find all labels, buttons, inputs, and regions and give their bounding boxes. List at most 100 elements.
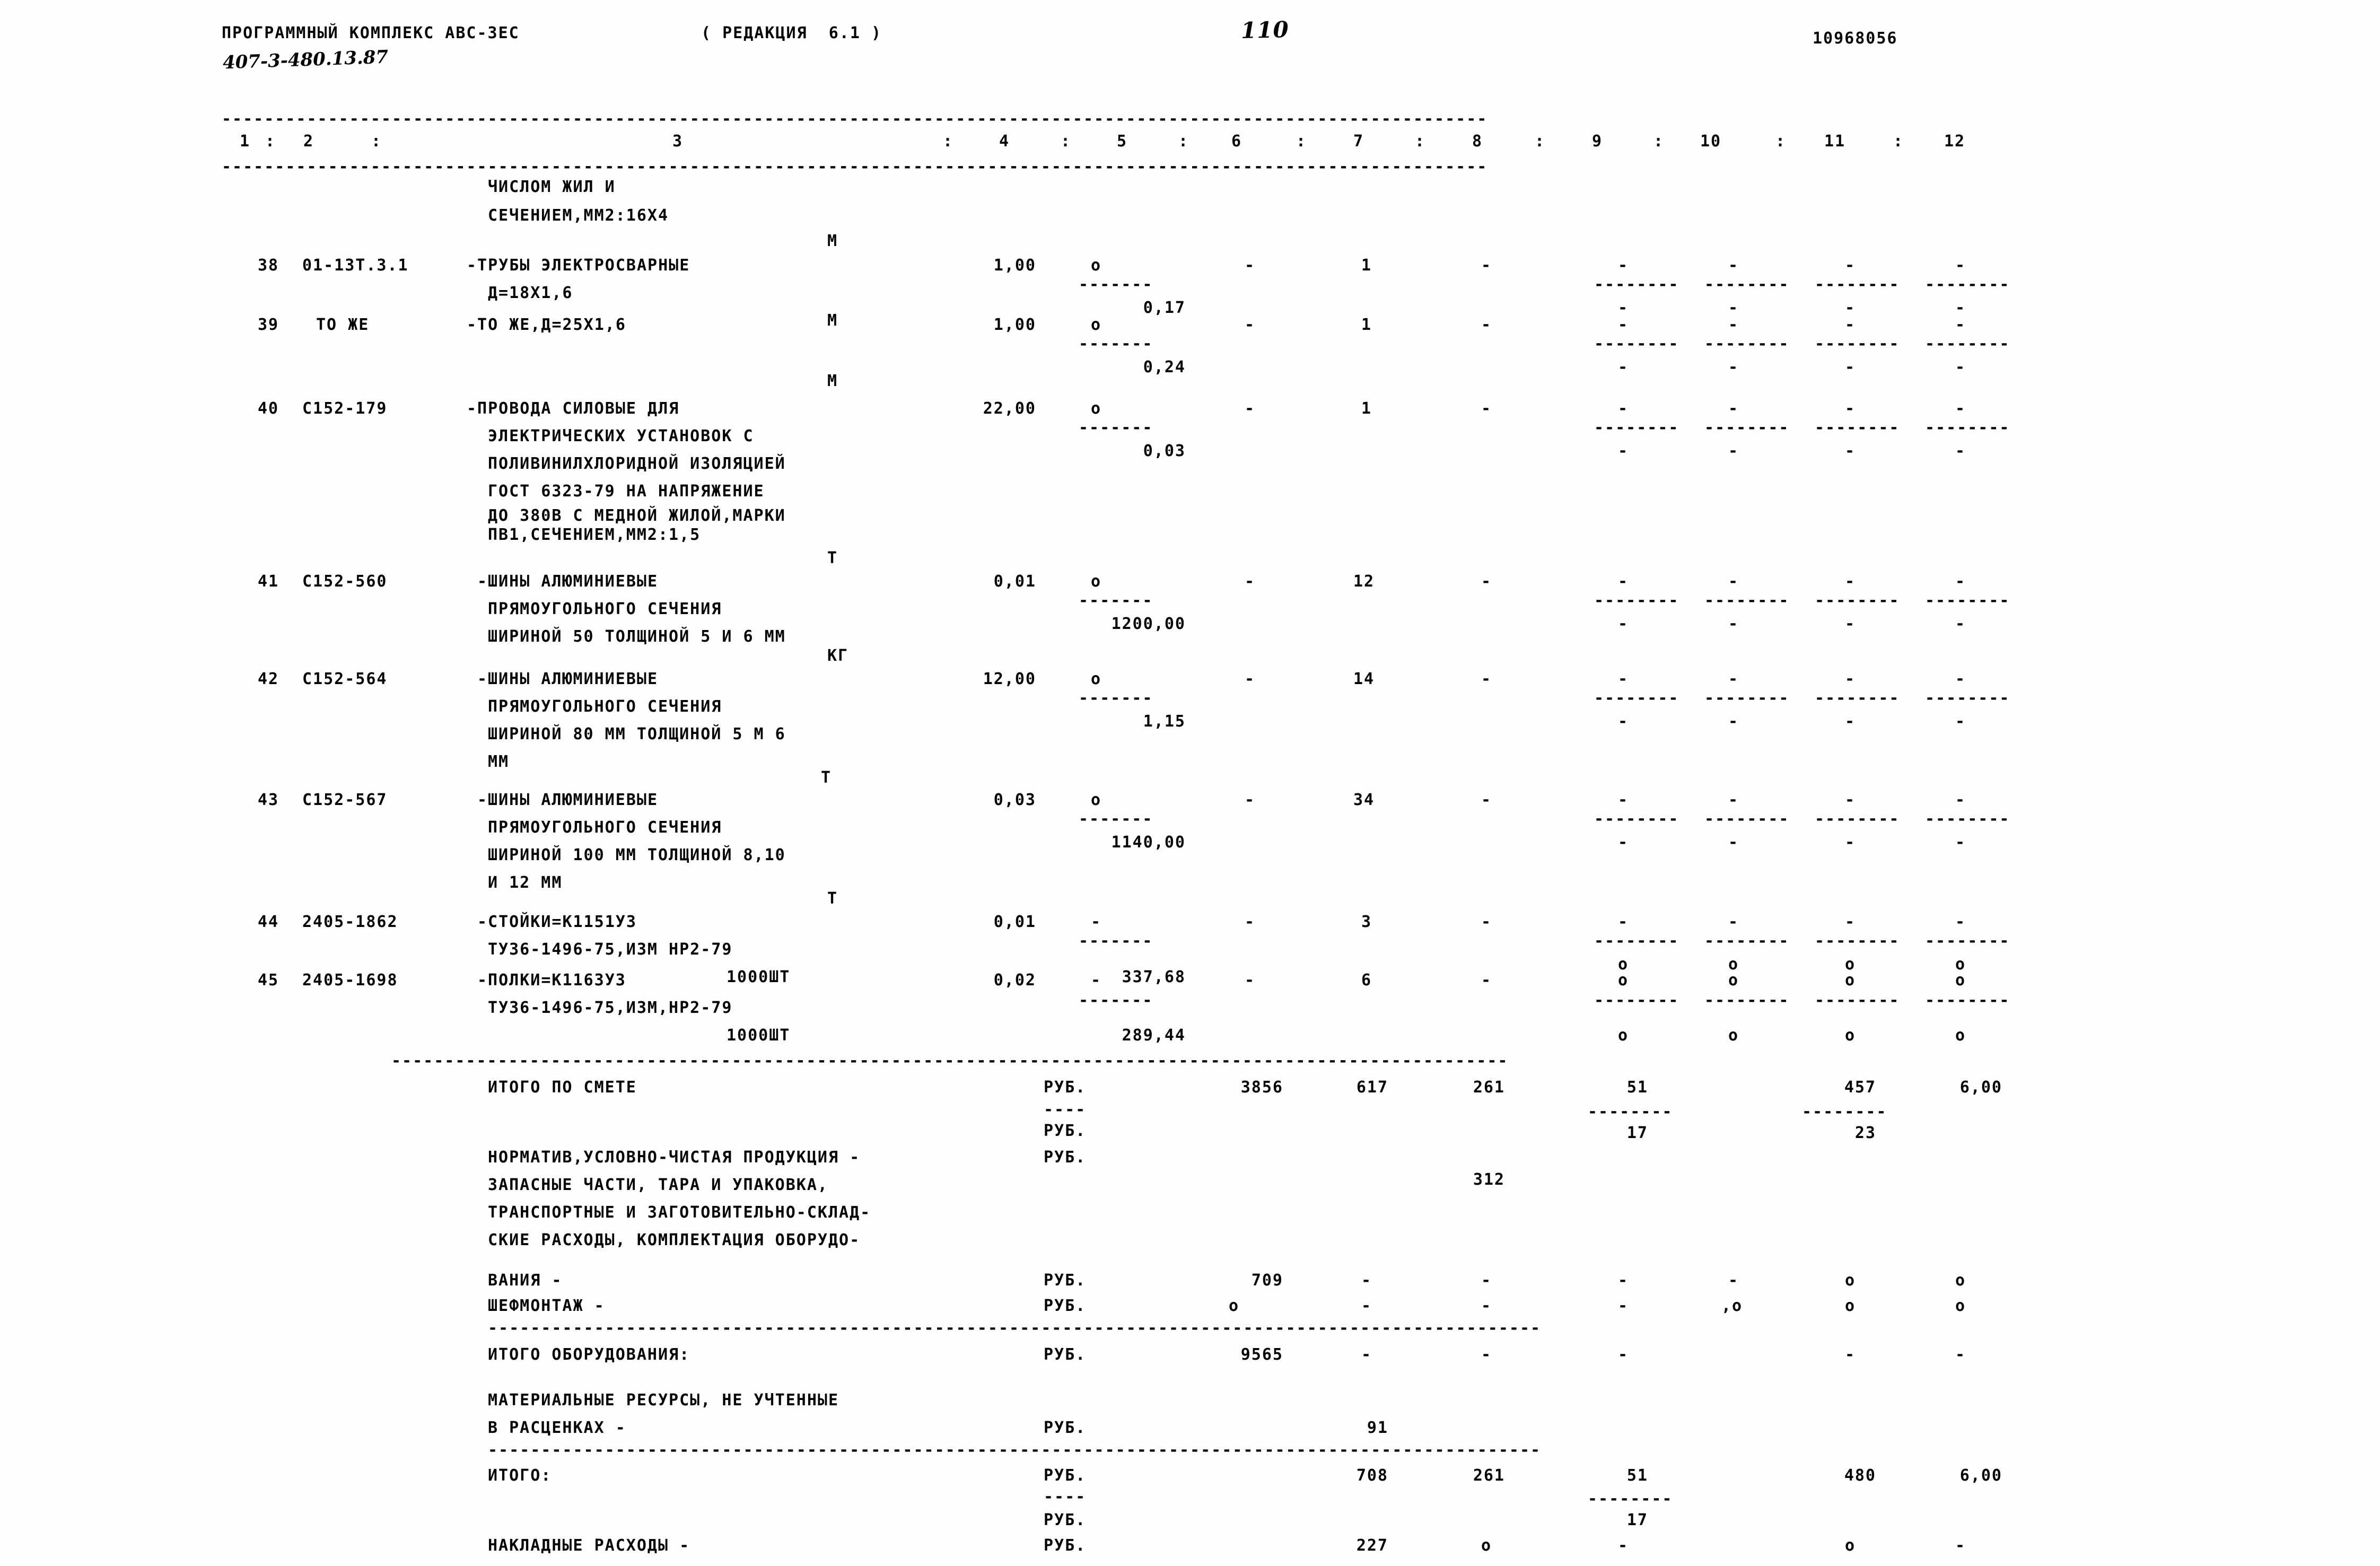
row-45-c6: - (1244, 971, 1256, 990)
row-45-rule-c12: -------- (1925, 993, 2010, 1009)
column-label-6: 6 (1231, 132, 1242, 151)
row-41-code: С152-560 (302, 572, 388, 591)
row-45-desc-2: ТУ36-1496-75,ИЗМ,НР2-79 (488, 999, 733, 1017)
top-rule: ----------------------------------------… (222, 111, 1488, 127)
mat-resursy-line-1: МАТЕРИАЛЬНЫЕ РЕСУРСЫ, НЕ УЧТЕННЫЕ (488, 1391, 839, 1410)
row-39-desc-1: -ТО ЖЕ,Д=25Х1,6 (467, 316, 626, 334)
row-38-c10b: - (1728, 299, 1739, 317)
row-43-num: 43 (258, 791, 279, 809)
itogo-oborudovaniya-unit: РУБ. (1044, 1345, 1087, 1364)
column-label-12: 12 (1944, 132, 1966, 151)
row-41-rule-c12: -------- (1925, 593, 2010, 609)
row-39-code: ТО ЖЕ (316, 316, 370, 334)
shefmontazh-c9: - (1617, 1297, 1629, 1315)
itogo-po-smete-c12: 6,00 (1959, 1078, 2002, 1097)
row-40-rule-c12: -------- (1925, 420, 2010, 436)
row-41-qty: 0,01 (993, 572, 1036, 591)
normativ-unit-2: РУБ. (1044, 1148, 1087, 1167)
row-43-c12: - (1955, 791, 1966, 809)
row-44-c10b: o (1728, 955, 1739, 974)
row-40-c11b: - (1844, 442, 1856, 460)
vaniya-c11: o (1844, 1271, 1856, 1290)
row-42-c10b: - (1728, 712, 1739, 731)
itogo-po-smete-c11-sub: 23 (1854, 1124, 1876, 1142)
vaniya-c10: - (1728, 1271, 1739, 1290)
itogo-unit-rule: ---- (1044, 1102, 1087, 1118)
row-39-c10: - (1728, 316, 1739, 334)
row-44-c12: - (1955, 913, 1966, 931)
row-38-desc-1: -ТРУБЫ ЭЛЕКТРОСВАРНЫЕ (467, 256, 690, 275)
row-40-price: 0,03 (1143, 442, 1186, 460)
row-41-desc-1: -ШИНЫ АЛЮМИНИЕВЫЕ (477, 572, 659, 591)
row-38-qty: 1,00 (993, 256, 1036, 275)
shefmontazh-unit: РУБ. (1044, 1297, 1087, 1315)
row-45-c8: - (1481, 971, 1492, 990)
row-44-unit-sym: Т (827, 889, 838, 908)
col-sep-10: : (1775, 132, 1787, 151)
row-41-desc-3: ШИРИНОЙ 50 ТОЛЩИНОЙ 5 И 6 ММ (488, 627, 786, 646)
column-label-11: 11 (1824, 132, 1846, 151)
row-43-price-rule: ------- (1079, 811, 1153, 827)
row-42-price: 1,15 (1143, 712, 1186, 731)
row-43-code: С152-567 (302, 791, 388, 809)
row-41-unit: Т (827, 549, 838, 567)
row-39-price-rule: ------- (1079, 336, 1153, 352)
row-40-price-rule: ------- (1079, 420, 1153, 436)
row-41-price: 1200,00 (1111, 615, 1186, 633)
row-38-rule-c11: -------- (1815, 277, 1900, 293)
row-42-rule-c10: -------- (1704, 690, 1790, 706)
header-bottom-rule: ----------------------------------------… (222, 159, 1488, 175)
row-41-c10b: - (1728, 615, 1739, 633)
row-39-c11b: - (1844, 358, 1856, 377)
row-39-c7: 1 (1361, 316, 1372, 334)
row-45-qty: 0,02 (993, 971, 1036, 990)
row-41-c10: - (1728, 572, 1739, 591)
row-44-c10: - (1728, 913, 1739, 931)
row-40-c12b: - (1955, 442, 1966, 460)
row-39-c11: - (1844, 316, 1856, 334)
row-43-qty: 0,03 (993, 791, 1036, 809)
document-code-handwritten: 407-3-480.13.87 (222, 46, 389, 74)
program-title: ПРОГРАММНЫЙ КОМПЛЕКС АВС-3ЕС (222, 24, 520, 42)
row-44-c8: - (1481, 913, 1492, 931)
row-40-code: С152-179 (302, 399, 388, 418)
row-40-rule-c11: -------- (1815, 420, 1900, 436)
row-41-c7: 12 (1353, 572, 1375, 591)
page-number-handwritten: 110 (1240, 16, 1290, 43)
row-45-c11: o (1844, 971, 1856, 990)
row-42-rule-c11: -------- (1815, 690, 1900, 706)
row-39-c6: - (1244, 316, 1256, 334)
shefmontazh-c7: - (1361, 1297, 1372, 1315)
row-39-rule-c9: -------- (1594, 336, 1679, 352)
row-42-unit: КГ (827, 646, 849, 665)
row-42-rule-c12: -------- (1925, 690, 2010, 706)
itogo-c11: 480 (1844, 1466, 1876, 1485)
row-38-c11b: - (1844, 299, 1856, 317)
row-43-c10b: - (1728, 833, 1739, 852)
column-label-3: 3 (672, 132, 684, 151)
row-43-rule-c12: -------- (1925, 811, 2010, 827)
column-label-4: 4 (999, 132, 1010, 151)
vaniya-c8: - (1481, 1271, 1492, 1290)
vaniya-c7: - (1361, 1271, 1372, 1290)
row-38-price: 0,17 (1143, 299, 1186, 317)
shefmontazh-c11: o (1844, 1297, 1856, 1315)
row-43-price: 1140,00 (1111, 833, 1186, 852)
column-label-5: 5 (1117, 132, 1128, 151)
row-44-rule-c12: -------- (1925, 933, 2010, 949)
row-39-c12: - (1955, 316, 1966, 334)
row-44-qty: 0,01 (993, 913, 1036, 931)
row-43-desc-3: ШИРИНОЙ 100 ММ ТОЛЩИНОЙ 8,10 (488, 846, 786, 864)
shefmontazh-c8: - (1481, 1297, 1492, 1315)
row-43-c9: - (1617, 791, 1629, 809)
row-42-c9b: - (1617, 712, 1629, 731)
col-sep-2: : (371, 132, 382, 151)
row-40-c8: - (1481, 399, 1492, 418)
row-41-c12: - (1955, 572, 1966, 591)
row-45-c12: o (1955, 971, 1966, 990)
normativ-line-3: ТРАНСПОРТНЫЕ И ЗАГОТОВИТЕЛЬНО-СКЛАД- (488, 1203, 871, 1222)
row-45-num: 45 (258, 971, 279, 990)
vaniya-c9: - (1617, 1271, 1629, 1290)
row-38-c11: - (1844, 256, 1856, 275)
row-42-c11b: - (1844, 712, 1856, 731)
